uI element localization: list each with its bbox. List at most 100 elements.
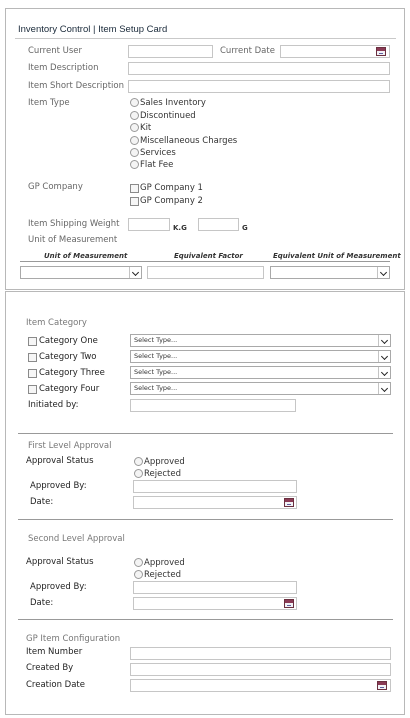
item-type-option: Sales Inventory: [140, 98, 206, 108]
rejected-radio[interactable]: [134, 570, 143, 579]
category-checkbox[interactable]: [28, 385, 37, 394]
uom-header-divider: [20, 261, 390, 262]
item-description-label: Item Description: [28, 63, 99, 73]
item-type-radio[interactable]: [130, 160, 139, 169]
approved-radio[interactable]: [134, 457, 143, 466]
creation-date-input[interactable]: [130, 679, 391, 692]
shipping-weight-kg-input[interactable]: [128, 218, 170, 231]
equivalent-uom-column-header: Equivalent Unit of Measurement: [273, 252, 401, 260]
item-short-description-input[interactable]: [128, 80, 390, 93]
category-select[interactable]: Select Type...: [130, 334, 391, 347]
date-label: Date:: [30, 497, 54, 507]
uom-select[interactable]: [20, 266, 142, 279]
item-number-label: Item Number: [26, 647, 83, 657]
calendar-icon[interactable]: [284, 599, 294, 608]
gp-item-configuration-title: GP Item Configuration: [26, 634, 121, 644]
kg-unit-label: K.G: [173, 224, 187, 232]
item-shipping-weight-label: Item Shipping Weight: [28, 219, 120, 229]
chevron-down-icon[interactable]: [378, 383, 390, 394]
gp-company-option: GP Company 1: [140, 183, 203, 193]
chevron-down-icon[interactable]: [129, 267, 141, 278]
item-type-radio[interactable]: [130, 123, 139, 132]
current-user-label: Current User: [28, 46, 83, 56]
rejected-option: Rejected: [144, 570, 181, 580]
category-checkbox[interactable]: [28, 369, 37, 378]
section-divider: [18, 619, 393, 620]
approved-option: Approved: [144, 558, 185, 568]
page-title: Inventory Control | Item Setup Card: [18, 24, 168, 35]
chevron-down-icon[interactable]: [378, 367, 390, 378]
approval-date-input[interactable]: [133, 597, 297, 610]
date-label: Date:: [30, 598, 54, 608]
approval-date-input[interactable]: [133, 496, 297, 509]
approved-radio[interactable]: [134, 558, 143, 567]
item-category-title: Item Category: [26, 318, 87, 328]
category-select[interactable]: Select Type...: [130, 382, 391, 395]
current-date-label: Current Date: [220, 46, 275, 56]
item-type-option: Discontinued: [140, 111, 196, 121]
shipping-weight-g-input[interactable]: [198, 218, 239, 231]
uom-column-header: Unit of Measurement: [44, 252, 128, 260]
unit-of-measurement-label: Unit of Measurement: [28, 235, 118, 245]
gp-company-checkbox[interactable]: [130, 184, 139, 193]
chevron-down-icon[interactable]: [378, 351, 390, 362]
item-type-option: Miscellaneous Charges: [140, 136, 238, 146]
calendar-icon[interactable]: [376, 47, 386, 56]
gp-company-option: GP Company 2: [140, 196, 203, 206]
equivalent-uom-select[interactable]: [270, 266, 390, 279]
section-divider: [18, 433, 393, 434]
chevron-down-icon[interactable]: [377, 267, 389, 278]
item-type-radio[interactable]: [130, 111, 139, 120]
approved-by-label: Approved By:: [30, 582, 87, 592]
category-label: Category Four: [39, 384, 100, 394]
category-select[interactable]: Select Type...: [130, 350, 391, 363]
gp-company-checkbox[interactable]: [130, 197, 139, 206]
item-short-description-label: Item Short Description: [28, 81, 124, 91]
created-by-input[interactable]: [130, 663, 391, 676]
item-type-radio[interactable]: [130, 148, 139, 157]
item-type-label: Item Type: [28, 98, 70, 108]
approved-by-input[interactable]: [133, 480, 297, 493]
gp-company-label: GP Company: [28, 182, 83, 192]
category-checkbox[interactable]: [28, 353, 37, 362]
current-user-input[interactable]: [128, 45, 213, 58]
item-type-radio[interactable]: [130, 136, 139, 145]
first-level-approval-title: First Level Approval: [28, 441, 112, 451]
item-type-option: Services: [140, 148, 176, 158]
g-unit-label: G: [242, 224, 248, 232]
rejected-option: Rejected: [144, 469, 181, 479]
approved-by-input[interactable]: [133, 581, 297, 594]
item-description-input[interactable]: [128, 62, 390, 75]
creation-date-label: Creation Date: [26, 680, 85, 690]
created-by-label: Created By: [26, 663, 74, 673]
category-label: Category Two: [39, 352, 97, 362]
approved-by-label: Approved By:: [30, 481, 87, 491]
calendar-icon[interactable]: [284, 498, 294, 507]
category-select-value: Select Type...: [134, 336, 178, 344]
initiated-by-input[interactable]: [130, 399, 296, 412]
section-divider: [18, 519, 393, 520]
title-divider: [15, 38, 396, 39]
category-select[interactable]: Select Type...: [130, 366, 391, 379]
second-level-approval-title: Second Level Approval: [28, 534, 125, 544]
current-date-input[interactable]: [280, 45, 390, 58]
approval-status-label: Approval Status: [26, 557, 94, 567]
category-checkbox[interactable]: [28, 337, 37, 346]
rejected-radio[interactable]: [134, 469, 143, 478]
category-label: Category Three: [39, 368, 105, 378]
approval-status-label: Approval Status: [26, 456, 94, 466]
equivalent-factor-column-header: Equivalent Factor: [174, 252, 243, 260]
approved-option: Approved: [144, 457, 185, 467]
item-type-option: Kit: [140, 123, 152, 133]
initiated-by-label: Initiated by:: [28, 400, 79, 410]
chevron-down-icon[interactable]: [378, 335, 390, 346]
equivalent-factor-input[interactable]: [147, 266, 264, 279]
category-select-value: Select Type...: [134, 352, 178, 360]
category-label: Category One: [39, 336, 98, 346]
calendar-icon[interactable]: [377, 681, 387, 690]
item-number-input[interactable]: [130, 647, 391, 660]
item-type-radio[interactable]: [130, 98, 139, 107]
category-select-value: Select Type...: [134, 368, 178, 376]
item-type-option: Flat Fee: [140, 160, 174, 170]
category-select-value: Select Type...: [134, 384, 178, 392]
